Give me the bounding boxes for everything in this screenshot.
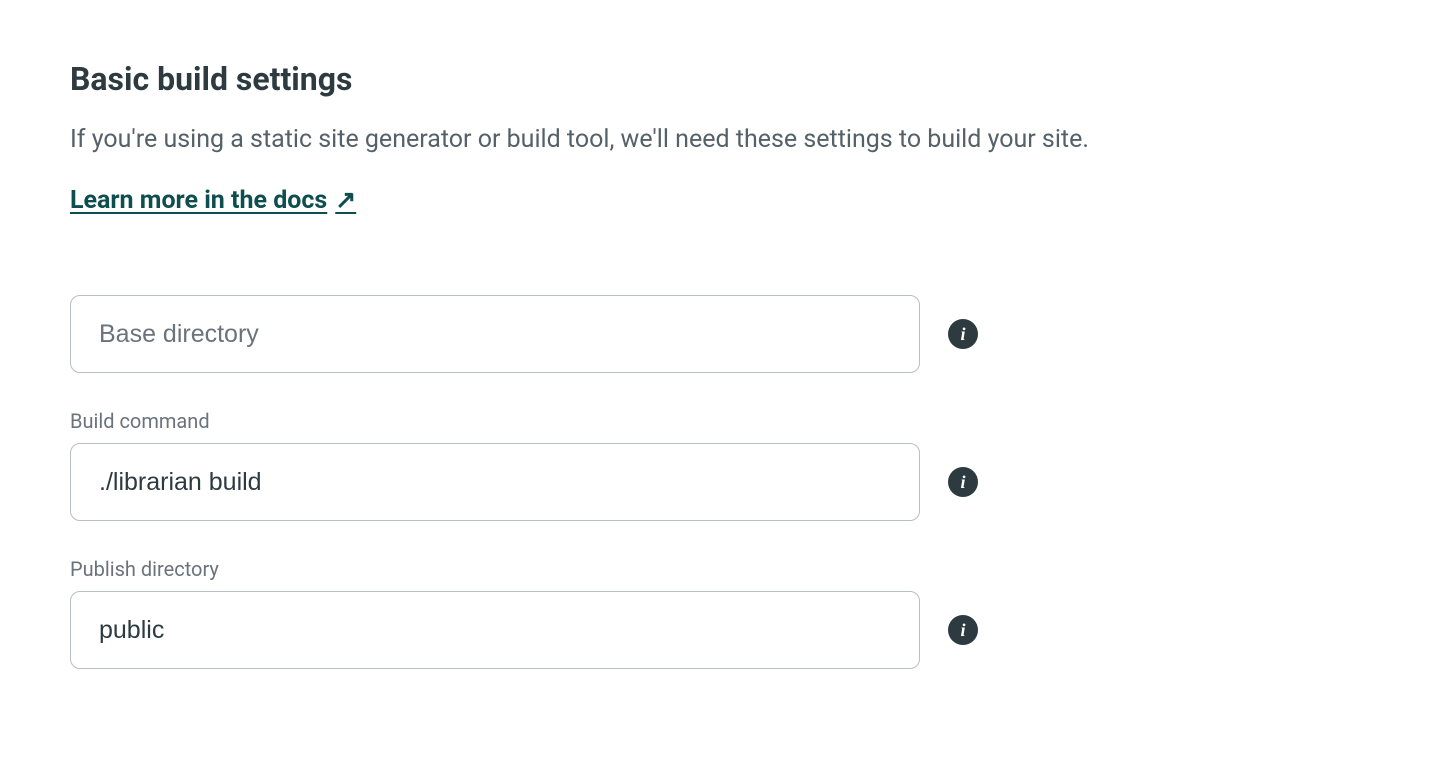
publish-directory-label: Publish directory — [70, 557, 1368, 581]
info-icon[interactable]: i — [948, 467, 978, 497]
publish-directory-input[interactable] — [70, 591, 920, 669]
base-directory-input[interactable] — [70, 295, 920, 373]
build-command-input[interactable] — [70, 443, 920, 521]
build-command-group: Build command i — [70, 409, 1368, 521]
section-description: If you're using a static site generator … — [70, 122, 1368, 157]
base-directory-group: i — [70, 295, 1368, 373]
info-icon[interactable]: i — [948, 319, 978, 349]
section-title: Basic build settings — [70, 60, 1368, 98]
build-settings-form: i Build command i Publish directory i — [70, 295, 1368, 669]
info-icon[interactable]: i — [948, 615, 978, 645]
build-command-label: Build command — [70, 409, 1368, 433]
external-link-icon: ↗ — [335, 185, 356, 215]
docs-link[interactable]: Learn more in the docs ↗ — [70, 185, 356, 215]
publish-directory-group: Publish directory i — [70, 557, 1368, 669]
docs-link-text: Learn more in the docs — [70, 186, 327, 215]
